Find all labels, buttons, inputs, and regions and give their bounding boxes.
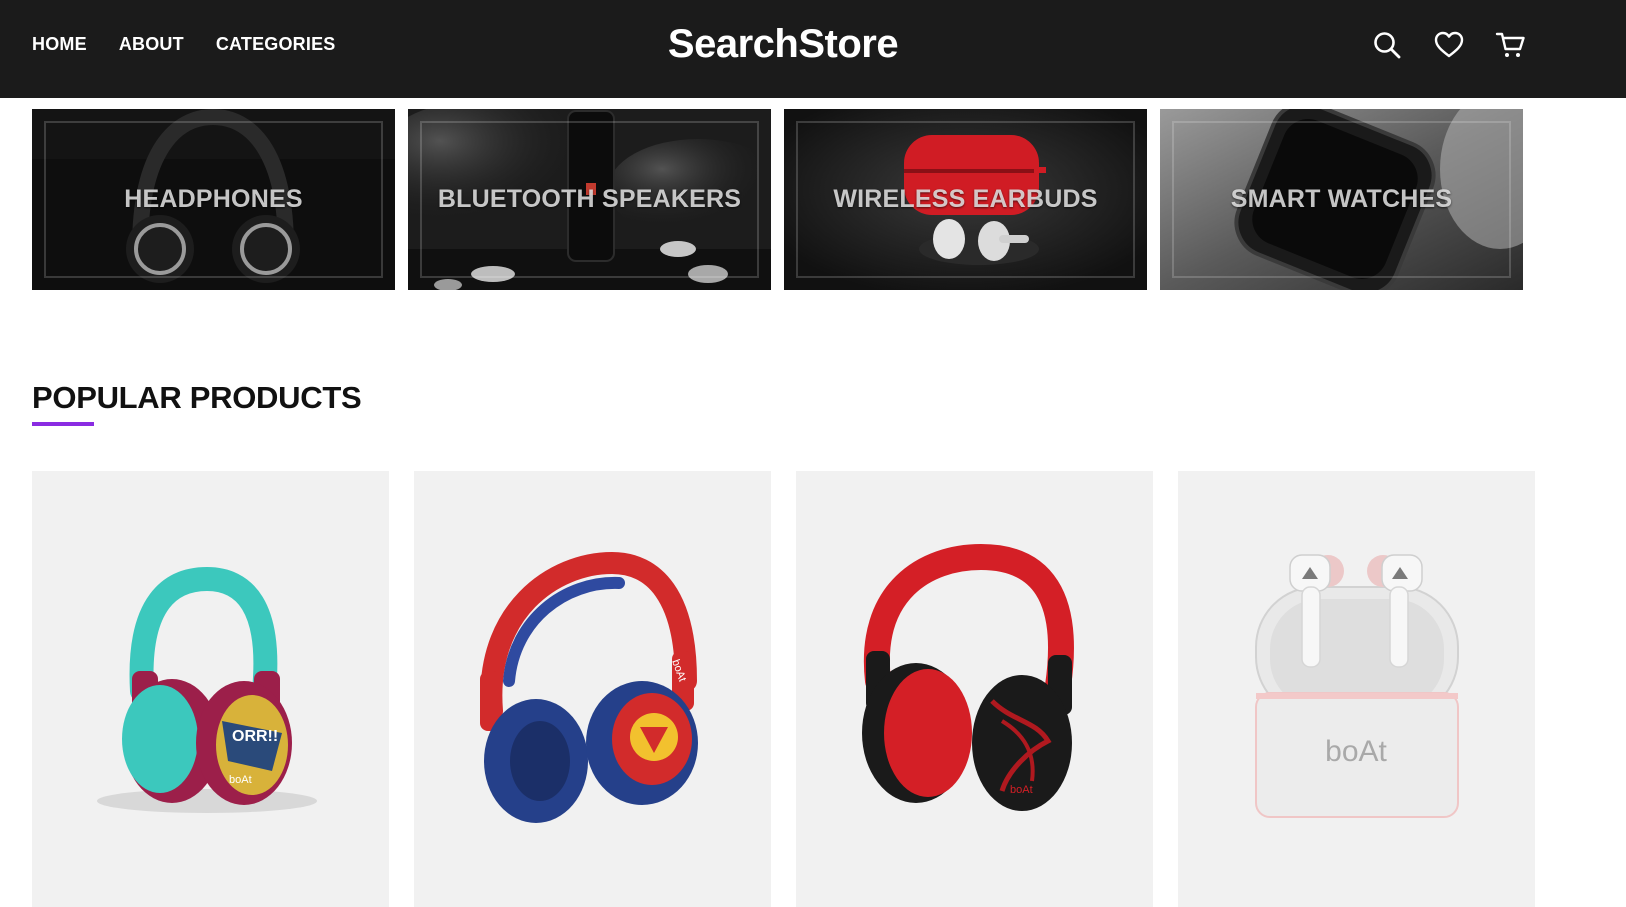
product-card[interactable]: ORR!! boAt xyxy=(32,471,389,907)
heart-icon[interactable] xyxy=(1432,28,1466,62)
brand-mark: boAt xyxy=(1010,784,1033,796)
category-strip: HEADPHONES BLUETOOTH SPEAKERS WIRELESS E… xyxy=(32,109,1523,290)
category-label: HEADPHONES xyxy=(124,185,303,213)
product-card[interactable]: boAt xyxy=(414,471,771,907)
search-icon[interactable] xyxy=(1370,28,1404,62)
header-actions xyxy=(1370,28,1528,62)
category-tile-bluetooth-speakers[interactable]: BLUETOOTH SPEAKERS xyxy=(408,109,771,290)
category-label: WIRELESS EARBUDS xyxy=(833,185,1098,213)
category-label: BLUETOOTH SPEAKERS xyxy=(437,185,742,213)
product-image-earbuds-case: boAt xyxy=(1255,554,1459,818)
brand-mark: boAt xyxy=(1325,735,1387,768)
product-image-superman-headphones: boAt xyxy=(480,551,698,823)
top-navbar: HOME ABOUT CATEGORIES SearchStore xyxy=(0,0,1626,98)
product-card[interactable]: boAt xyxy=(1178,471,1535,907)
category-label: SMART WATCHES xyxy=(1230,185,1453,213)
section-title: POPULAR PRODUCTS xyxy=(32,380,362,415)
product-image-teal-headphones: ORR!! boAt xyxy=(97,566,317,813)
product-image-red-black-headphones: boAt xyxy=(862,543,1074,811)
product-grid: ORR!! boAt boAt boAt boAt xyxy=(32,471,1535,907)
cart-icon[interactable] xyxy=(1494,28,1528,62)
category-tile-wireless-earbuds[interactable]: WIRELESS EARBUDS xyxy=(784,109,1147,290)
title-underline xyxy=(32,422,94,426)
category-tile-headphones[interactable]: HEADPHONES xyxy=(32,109,395,290)
comic-print-text: ORR!! xyxy=(232,728,278,745)
brand-logo[interactable]: SearchStore xyxy=(0,22,1566,67)
category-tile-smart-watches[interactable]: SMART WATCHES xyxy=(1160,109,1523,290)
product-card[interactable]: boAt xyxy=(796,471,1153,907)
brand-mark: boAt xyxy=(229,774,252,786)
